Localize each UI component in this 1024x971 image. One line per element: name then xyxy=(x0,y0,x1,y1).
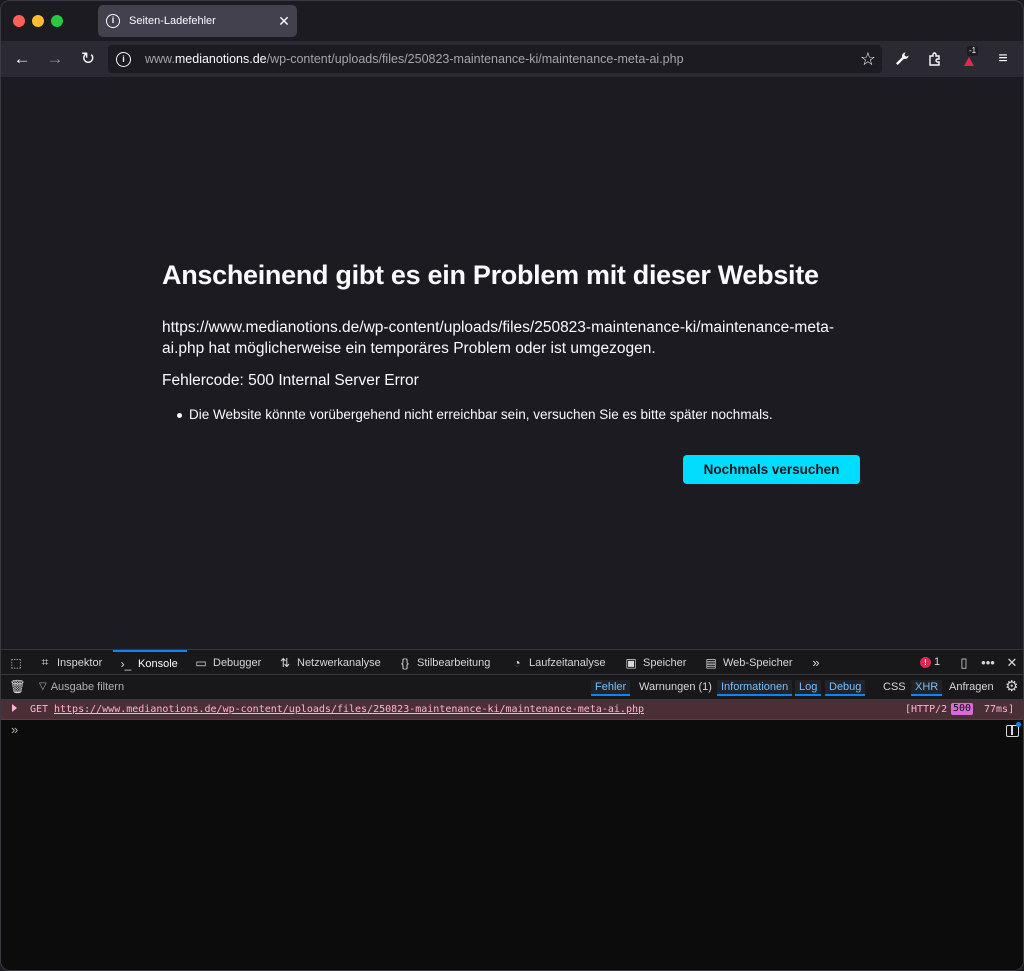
filter-log-button[interactable]: Log xyxy=(795,680,822,696)
info-icon: i xyxy=(106,14,120,28)
browser-window: i Seiten-Ladefehler ✕ ← → ↻ i www.median… xyxy=(0,0,1024,971)
bookmark-star-icon[interactable]: ☆ xyxy=(860,48,876,70)
console-icon: ›_ xyxy=(120,656,132,671)
error-code: Fehlercode: 500 Internal Server Error xyxy=(162,372,419,389)
filter-warnings-button[interactable]: Warnungen (1) xyxy=(635,680,716,696)
filter-requests-button[interactable]: Anfragen xyxy=(945,680,998,696)
extensions-icon[interactable] xyxy=(923,47,947,71)
page-content: Anscheinend gibt es ein Problem mit dies… xyxy=(1,77,1023,649)
tab-strip: i Seiten-Ladefehler ✕ xyxy=(1,1,1023,41)
performance-icon: ◔ xyxy=(513,655,521,670)
filter-errors-button[interactable]: Fehler xyxy=(591,680,631,696)
tab-memory-label: Speicher xyxy=(643,656,687,669)
filter-debug-button[interactable]: Debug xyxy=(825,680,866,696)
navigation-bar: ← → ↻ i www.medianotions.de/wp-content/u… xyxy=(1,41,1023,77)
network-icon: ⇅ xyxy=(279,655,291,670)
tab-inspector[interactable]: ⌗ Inspektor xyxy=(38,650,103,675)
request-protocol: [HTTP/2 xyxy=(905,704,948,715)
error-count[interactable]: 1 xyxy=(934,650,940,675)
filter-xhr-button[interactable]: XHR xyxy=(911,680,943,696)
wrench-icon[interactable] xyxy=(890,47,914,71)
maximize-window-button[interactable] xyxy=(51,15,63,27)
tab-performance-label: Laufzeitanalyse xyxy=(529,656,606,669)
tab-inspector-label: Inspektor xyxy=(57,656,103,669)
storage-icon: ▤ xyxy=(705,655,717,670)
error-badge-icon[interactable]: ! xyxy=(920,657,931,668)
expand-caret-icon[interactable] xyxy=(12,704,17,712)
minimize-window-button[interactable] xyxy=(32,15,44,27)
trash-icon[interactable]: 🗑 xyxy=(9,679,26,695)
url-text[interactable]: www.medianotions.de/wp-content/uploads/f… xyxy=(145,52,684,66)
tab-debugger-label: Debugger xyxy=(213,656,262,669)
memory-icon: ▣ xyxy=(625,655,637,670)
error-description: https://www.medianotions.de/wp-content/u… xyxy=(162,319,835,357)
tab-style-editor[interactable]: {} Stilbearbeitung xyxy=(398,650,490,675)
close-devtools-icon[interactable]: ✕ xyxy=(1003,650,1021,675)
error-hint: Die Website könnte vorübergehend nicht e… xyxy=(177,407,773,422)
tab-network[interactable]: ⇅ Netzwerkanalyse xyxy=(278,650,381,675)
tab-performance[interactable]: ◔ Laufzeitanalyse xyxy=(510,650,605,675)
tab-storage-label: Web-Speicher xyxy=(723,656,793,669)
reload-button[interactable]: ↻ xyxy=(76,47,100,71)
request-method: GET xyxy=(30,704,49,715)
more-options-icon[interactable]: ••• xyxy=(979,650,997,675)
filter-info-button[interactable]: Informationen xyxy=(717,680,793,696)
tab-memory[interactable]: ▣ Speicher xyxy=(624,650,686,675)
console-error-row[interactable]: GET https://www.medianotions.de/wp-conte… xyxy=(1,700,1023,720)
url-path: /wp-content/uploads/files/250823-mainten… xyxy=(266,52,684,66)
more-tabs-chevron-icon[interactable]: » xyxy=(807,650,825,675)
filter-placeholder: Ausgabe filtern xyxy=(50,681,125,693)
filter-css-button[interactable]: CSS xyxy=(879,680,910,696)
console-prompt[interactable]: » xyxy=(11,722,18,737)
inspector-icon: ⌗ xyxy=(41,655,49,669)
status-badge: 500 xyxy=(951,703,974,715)
menu-icon[interactable]: ≡ xyxy=(991,47,1015,71)
pick-element-icon[interactable]: ⬚ xyxy=(9,650,28,675)
filter-icon: ▽ xyxy=(39,681,47,692)
devtools-panel: ⬚ ⌗ Inspektor ›_ Konsole ▭ Debugger ⇅ Netzwe… xyxy=(1,649,1023,970)
tab-console[interactable]: ›_ Konsole xyxy=(113,650,187,675)
devtools-tabbar: ⬚ ⌗ Inspektor ›_ Konsole ▭ Debugger ⇅ Netzwe… xyxy=(1,649,1023,675)
console-filter-input[interactable]: ▽ Ausgabe filtern xyxy=(39,679,124,695)
warning-icon[interactable] xyxy=(964,57,974,66)
tab-debugger[interactable]: ▭ Debugger xyxy=(194,650,261,675)
extension-badge: -1 xyxy=(967,46,979,56)
responsive-design-icon[interactable]: ▯ xyxy=(955,650,973,675)
browser-tab[interactable]: i Seiten-Ladefehler ✕ xyxy=(98,5,297,37)
close-window-button[interactable] xyxy=(13,15,25,27)
tab-console-label: Konsole xyxy=(138,657,178,670)
tab-title: Seiten-Ladefehler xyxy=(129,15,216,27)
forward-button[interactable]: → xyxy=(43,47,67,71)
retry-button[interactable]: Nochmals versuchen xyxy=(683,455,860,484)
back-button[interactable]: ← xyxy=(10,47,34,71)
style-editor-icon: {} xyxy=(400,655,409,670)
request-url-link[interactable]: https://www.medianotions.de/wp-content/u… xyxy=(54,704,644,715)
url-domain: medianotions.de xyxy=(174,52,267,66)
url-bar[interactable]: i www.medianotions.de/wp-content/uploads… xyxy=(108,45,882,73)
tab-storage[interactable]: ▤ Web-Speicher xyxy=(704,650,793,675)
tab-network-label: Netzwerkanalyse xyxy=(297,656,381,669)
gear-icon[interactable]: ⚙ xyxy=(1005,678,1018,696)
error-title: Anscheinend gibt es ein Problem mit dies… xyxy=(162,260,819,290)
debugger-icon: ▭ xyxy=(195,655,207,670)
tab-close-icon[interactable]: ✕ xyxy=(271,13,297,30)
console-filter-bar: 🗑 ▽ Ausgabe filtern Fehler Warnungen (1) … xyxy=(1,675,1023,700)
site-info-icon[interactable]: i xyxy=(116,51,131,67)
tab-style-editor-label: Stilbearbeitung xyxy=(417,656,491,669)
url-prefix: www. xyxy=(145,52,175,66)
request-time: 77ms] xyxy=(984,704,1015,715)
notification-dot xyxy=(1016,722,1021,727)
